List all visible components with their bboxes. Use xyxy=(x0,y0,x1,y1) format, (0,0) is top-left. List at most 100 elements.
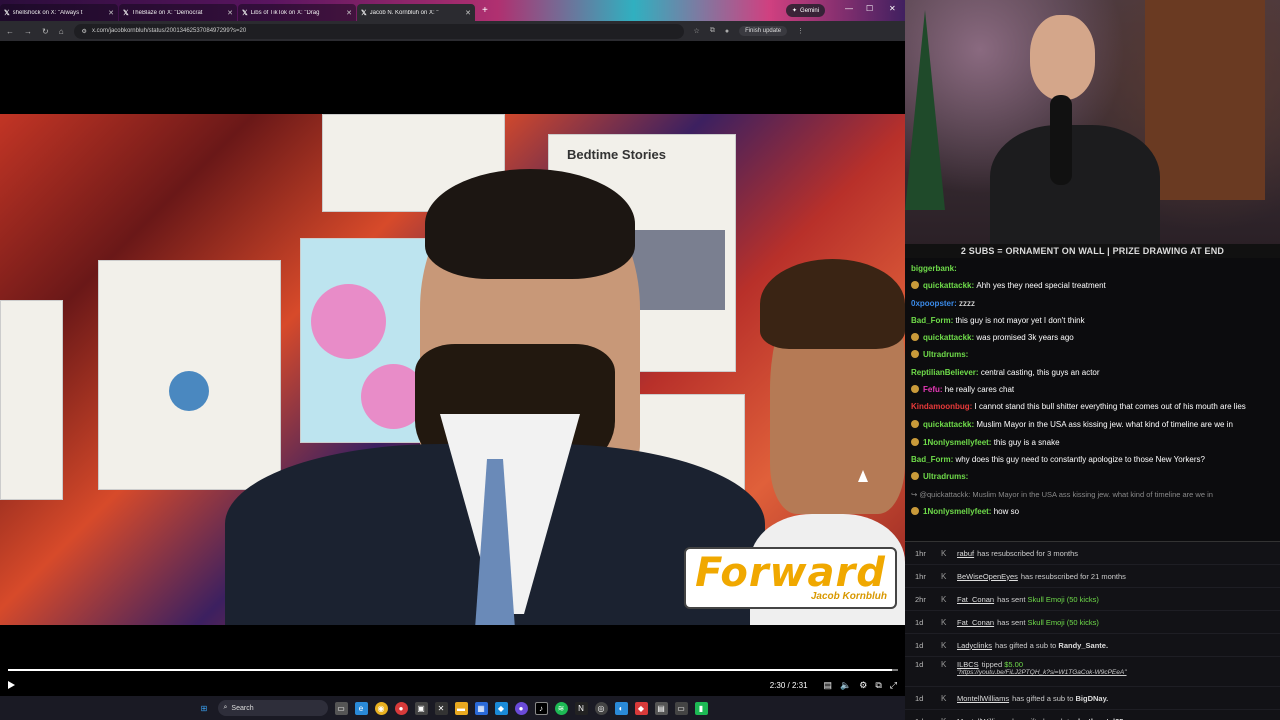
app-icon[interactable]: ▤ xyxy=(654,701,668,715)
chat-username[interactable]: Ultradrums: xyxy=(923,350,968,359)
new-tab-button[interactable]: + xyxy=(482,5,488,16)
event-username[interactable]: ILBCS xyxy=(957,660,979,669)
event-username[interactable]: Fat_Conan xyxy=(957,595,994,604)
file-explorer-icon[interactable]: ▬ xyxy=(454,701,468,715)
chat-message: Bad_Form: this guy is not mayor yet I do… xyxy=(911,312,1274,329)
app-icon[interactable]: ▭ xyxy=(674,701,688,715)
kick-icon: K xyxy=(941,693,947,703)
tip-link[interactable]: "https://youtu.be/FiLJ2PTQH_k?si=W1TGaCo… xyxy=(957,669,1127,676)
app-icon[interactable]: ✕ xyxy=(434,701,448,715)
event-row: 2hr K Fat_Conan has sent Skull Emoji (50 ki… xyxy=(905,588,1280,611)
captions-icon[interactable]: ▤ xyxy=(824,680,833,691)
video-progress-bar[interactable] xyxy=(8,669,898,671)
store-icon[interactable]: ▦ xyxy=(474,701,488,715)
chat-username[interactable]: ReptilianBeliever: xyxy=(911,368,981,377)
close-icon[interactable]: ✕ xyxy=(108,9,114,17)
event-username[interactable]: Fat_Conan xyxy=(957,618,994,627)
site-info-icon[interactable]: ⚙ xyxy=(82,28,87,35)
event-text: has sent xyxy=(997,594,1028,604)
minimize-icon[interactable]: — xyxy=(845,4,853,13)
finish-update-button[interactable]: Finish update xyxy=(739,26,788,36)
event-body: Fat_Conan has sent Skull Emoji (50 kicks) xyxy=(957,595,1099,604)
video-frame[interactable]: Bedtime Stories Forward Jacob Kornbluh xyxy=(0,114,905,625)
fullscreen-icon[interactable]: ⤢ xyxy=(890,680,897,691)
app-icon[interactable]: ▣ xyxy=(414,701,428,715)
reload-icon[interactable]: ↻ xyxy=(42,27,49,36)
maximize-icon[interactable]: ☐ xyxy=(866,4,873,13)
event-username[interactable]: rabuf xyxy=(957,549,974,558)
browser-tab[interactable]: 𝕏 TheBlaze on X: "Democrat ✕ xyxy=(119,4,237,21)
app-icon[interactable]: ● xyxy=(394,701,408,715)
chat-text: Ahh yes they need special treatment xyxy=(976,281,1106,291)
app-icon[interactable]: ● xyxy=(514,701,528,715)
window-close-icon[interactable]: ✕ xyxy=(889,4,896,13)
gemini-button[interactable]: ✦ Gemini xyxy=(786,4,826,17)
event-username[interactable]: BeWiseOpenEyes xyxy=(957,572,1018,581)
event-row: 1d K MontellWilliams has gifted a sub to Bi… xyxy=(905,687,1280,710)
app-icon[interactable]: ◐ xyxy=(614,701,628,715)
browser-tab[interactable]: 𝕏 Libs of TikTok on X: "Drag ✕ xyxy=(238,4,356,21)
event-text: has gifted a sub to xyxy=(1012,717,1075,720)
windows-start-icon[interactable]: ⊞ xyxy=(198,702,211,715)
app-icon[interactable]: ◎ xyxy=(594,701,608,715)
video-player[interactable]: Bedtime Stories Forward Jacob Kornbluh 2… xyxy=(0,41,905,696)
event-row: 1dKMontellWilliamshas gifted a sub to de… xyxy=(905,710,1280,720)
event-username[interactable]: MontellWilliams xyxy=(957,694,1009,703)
close-icon[interactable]: ✕ xyxy=(465,9,471,17)
sub-badge-icon xyxy=(911,281,919,290)
edge-icon[interactable]: e xyxy=(354,701,368,715)
event-username[interactable]: Ladyclinks xyxy=(957,641,992,650)
spotify-icon[interactable]: ≋ xyxy=(554,701,568,715)
taskbar: ⊞ ⌕ Search ▭ e ◉ ● ▣ ✕ ▬ ▦ ◆ ● ♪ ≋ N ◎ ◐ … xyxy=(0,696,905,720)
pip-icon[interactable]: ⧉ xyxy=(875,680,881,691)
app-icon[interactable]: N xyxy=(574,701,588,715)
home-icon[interactable]: ⌂ xyxy=(59,27,64,36)
event-recipient: Randy_Sante. xyxy=(1058,640,1109,650)
close-icon[interactable]: ✕ xyxy=(346,9,352,17)
video-progress-fill xyxy=(8,669,892,671)
event-username[interactable]: MontellWilliams xyxy=(957,717,1009,720)
forward-icon[interactable]: → xyxy=(24,27,32,36)
app-icon[interactable]: ◆ xyxy=(634,701,648,715)
chat-username[interactable]: quickattackk: xyxy=(923,281,976,290)
taskbar-search[interactable]: ⌕ Search xyxy=(217,700,328,716)
chat-username[interactable]: quickattackk: xyxy=(923,333,976,342)
browser-tab[interactable]: 𝕏shellshock on X: "Always t ✕ xyxy=(0,4,118,21)
menu-icon[interactable]: ⋮ xyxy=(797,27,804,35)
profile-icon[interactable]: ● xyxy=(725,28,729,35)
chat-username[interactable]: 0xpoopster: xyxy=(911,299,959,308)
chat-message: 0xpoopster: zzzz xyxy=(911,295,1274,312)
event-time: 1hr xyxy=(915,571,926,581)
chat-username[interactable]: 1Nonlysmellyfeet: xyxy=(923,507,994,516)
bookmark-star-icon[interactable]: ☆ xyxy=(694,27,700,35)
chat-message: 1Nonlysmellyfeet: this guy is a snake xyxy=(911,434,1274,451)
chat-username[interactable]: 1Nonlysmellyfeet: xyxy=(923,438,994,447)
play-icon[interactable] xyxy=(8,681,15,689)
url-bar[interactable]: ⚙ x.com/jacobkornbluh/status/200134625370… xyxy=(73,23,684,39)
volume-icon[interactable]: 🔈 xyxy=(840,680,851,691)
tiktok-icon[interactable]: ♪ xyxy=(534,701,548,715)
event-text: tipped xyxy=(981,660,1005,669)
event-row: 1hr K BeWiseOpenEyes has resubscribed for 2… xyxy=(905,565,1280,588)
chat-username[interactable]: quickattackk: xyxy=(923,420,976,429)
chat-username[interactable]: Bad_Form: xyxy=(911,316,955,325)
settings-icon[interactable]: ⚙ xyxy=(859,680,867,691)
event-text: has gifted a sub to xyxy=(1012,693,1076,703)
woman-hair xyxy=(760,259,905,349)
chat-username[interactable]: biggerbank: xyxy=(911,264,957,273)
chrome-icon[interactable]: ◉ xyxy=(374,701,388,715)
close-icon[interactable]: ✕ xyxy=(227,9,233,17)
screen: { "browser": { "tabs": [ {"title": "shel… xyxy=(0,0,1280,720)
event-body: rabuf has resubscribed for 3 months xyxy=(957,549,1078,558)
extensions-icon[interactable]: ⧉ xyxy=(710,27,715,35)
chat-text: he really cares chat xyxy=(944,385,1015,395)
chat-username[interactable]: Ultradrums: xyxy=(923,472,968,481)
chat-username[interactable]: Fefu: xyxy=(923,385,945,394)
chat-username[interactable]: Bad_Form: xyxy=(911,455,955,464)
back-icon[interactable]: ← xyxy=(6,27,14,36)
chat-username[interactable]: Kindamoonbug: xyxy=(911,402,975,411)
task-view-icon[interactable]: ▭ xyxy=(334,701,348,715)
app-icon[interactable]: ◆ xyxy=(494,701,508,715)
app-icon[interactable]: ▮ xyxy=(694,701,708,715)
browser-tab-active[interactable]: 𝕏 Jacob N. Kornbluh on X: " ✕ xyxy=(357,4,475,21)
